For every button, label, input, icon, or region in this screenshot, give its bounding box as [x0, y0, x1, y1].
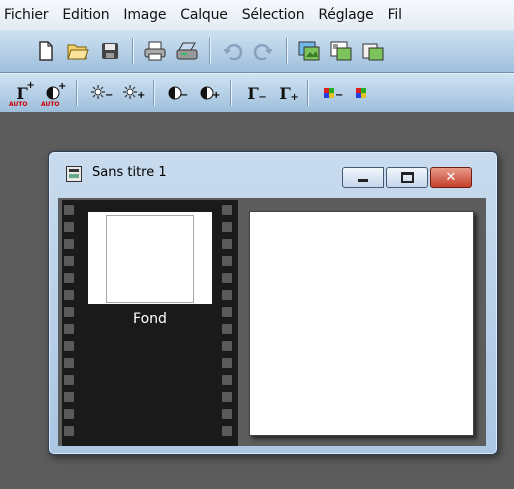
- minimize-button[interactable]: [342, 167, 384, 188]
- color-plus-icon[interactable]: [348, 79, 376, 107]
- scan-icon[interactable]: [173, 37, 201, 65]
- toolbar-separator: [153, 80, 154, 106]
- film-perforations: [64, 200, 74, 446]
- contrast-plus-icon[interactable]: +: [194, 79, 222, 107]
- maximize-button[interactable]: [386, 167, 428, 188]
- contrast-minus-icon[interactable]: −: [162, 79, 190, 107]
- copy-image-icon[interactable]: [327, 37, 355, 65]
- close-icon: ✕: [445, 170, 457, 185]
- menu-edition[interactable]: Edition: [55, 7, 116, 23]
- menu-calque[interactable]: Calque: [173, 7, 234, 23]
- adjust-toolbar: Γ + AUTO + AUTO − + − + Γ − Γ + −: [0, 73, 514, 113]
- gamma-plus-icon[interactable]: Γ +: [271, 79, 299, 107]
- toolbar-separator: [307, 80, 308, 106]
- film-perforations: [222, 200, 232, 446]
- gamma-auto-icon[interactable]: Γ + AUTO: [8, 79, 36, 109]
- toolbar-separator: [209, 38, 210, 64]
- layer-name: Fond: [133, 311, 167, 327]
- menu-fichier[interactable]: Fichier: [0, 7, 55, 23]
- menu-bar: Fichier Edition Image Calque Sélection R…: [0, 0, 514, 30]
- open-icon[interactable]: [64, 37, 92, 65]
- image-canvas[interactable]: [249, 211, 474, 436]
- main-toolbar: [0, 30, 514, 73]
- minimize-icon: [358, 179, 368, 182]
- new-icon[interactable]: [32, 37, 60, 65]
- brightness-minus-icon[interactable]: −: [85, 79, 113, 107]
- menu-reglage[interactable]: Réglage: [311, 7, 380, 23]
- close-button[interactable]: ✕: [430, 167, 472, 188]
- layer-thumbnail-image: [106, 215, 194, 303]
- maximize-icon: [400, 172, 414, 183]
- toolbar-separator: [76, 80, 77, 106]
- brightness-plus-icon[interactable]: +: [117, 79, 145, 107]
- gamma-minus-icon[interactable]: Γ −: [239, 79, 267, 107]
- toolbar-separator: [286, 38, 287, 64]
- save-icon[interactable]: [96, 37, 124, 65]
- document-icon: [66, 166, 82, 182]
- contrast-auto-icon[interactable]: + AUTO: [40, 79, 68, 108]
- toolbar-separator: [132, 38, 133, 64]
- color-minus-icon[interactable]: −: [316, 79, 344, 107]
- menu-filtre[interactable]: Fil: [381, 7, 409, 23]
- undo-icon[interactable]: [218, 37, 246, 65]
- paste-image-icon[interactable]: [359, 37, 387, 65]
- toolbar-separator: [230, 80, 231, 106]
- menu-selection[interactable]: Sélection: [235, 7, 312, 23]
- redo-icon[interactable]: [250, 37, 278, 65]
- document-title: Sans titre 1: [92, 165, 167, 180]
- print-icon[interactable]: [141, 37, 169, 65]
- menu-image[interactable]: Image: [116, 7, 173, 23]
- layer-icon[interactable]: [295, 37, 323, 65]
